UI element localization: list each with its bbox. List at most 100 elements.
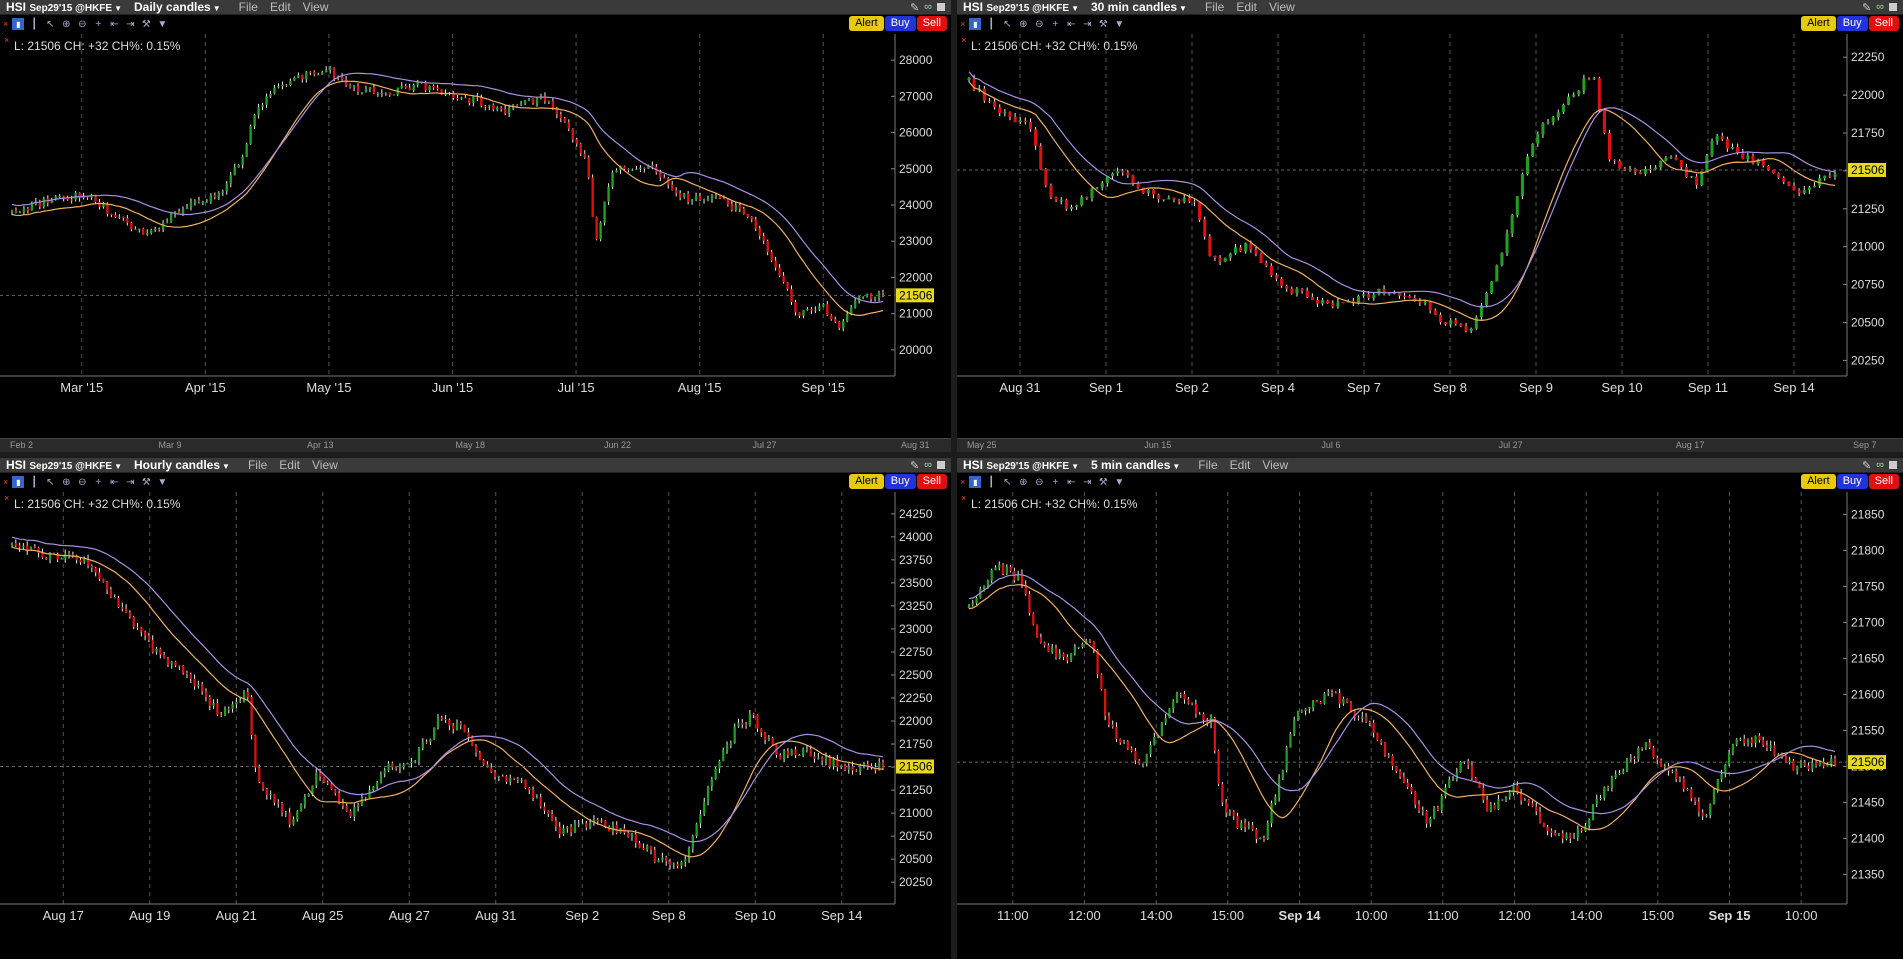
link-icon[interactable]: ∞ — [1876, 1, 1884, 13]
symbol-selector[interactable]: HSI Sep29'15 @HKFE ▼ — [963, 458, 1079, 472]
timeframe-selector[interactable]: 5 min candles ▼ — [1091, 458, 1180, 472]
close-icon[interactable]: × — [960, 477, 965, 487]
drawing-tools-icon[interactable]: ⚒ — [1097, 476, 1109, 488]
candlestick-chart[interactable]: 24250 24000 23750 23500 23250 23000 22750 22500… — [0, 492, 951, 944]
sell-button[interactable]: Sell — [916, 474, 947, 489]
drawing-tools-icon[interactable]: ⚒ — [140, 18, 152, 30]
link-icon[interactable]: ∞ — [924, 459, 932, 471]
scroll-left-icon[interactable]: ⇤ — [108, 18, 120, 30]
zoom-out-icon[interactable]: ⊖ — [76, 476, 88, 488]
close-icon[interactable]: × — [3, 19, 8, 29]
wrench-icon[interactable]: ✎ — [910, 1, 919, 14]
time-scrollbar[interactable]: May 25 Jun 15 Jul 6 Jul 27 Aug 17 Sep 7 — [957, 438, 1903, 452]
scroll-right-icon[interactable]: ⇥ — [1081, 476, 1093, 488]
wrench-icon[interactable]: ✎ — [1862, 459, 1871, 472]
buy-button[interactable]: Buy — [1836, 16, 1868, 31]
candlestick-chart[interactable]: 2225022000217502150021250210002075020500… — [957, 34, 1903, 424]
scroll-left-icon[interactable]: ⇤ — [1065, 18, 1077, 30]
timeframe-selector[interactable]: 30 min candles ▼ — [1091, 0, 1187, 14]
cursor-icon[interactable]: ↖ — [44, 18, 56, 30]
menu-view[interactable]: View — [312, 458, 338, 472]
sell-button[interactable]: Sell — [1868, 16, 1899, 31]
maximize-icon[interactable] — [1889, 3, 1897, 11]
symbol-selector[interactable]: HSI Sep29'15 @HKFE ▼ — [6, 0, 122, 14]
zoom-out-icon[interactable]: ⊖ — [1033, 18, 1045, 30]
zoom-in-icon[interactable]: ⊕ — [1017, 18, 1029, 30]
zoom-out-icon[interactable]: ⊖ — [1033, 476, 1045, 488]
scroll-left-icon[interactable]: ⇤ — [1065, 476, 1077, 488]
menu-edit[interactable]: Edit — [1236, 0, 1257, 14]
timeframe-selector[interactable]: Hourly candles ▼ — [134, 458, 230, 472]
symbol-selector[interactable]: HSI Sep29'15 @HKFE ▼ — [963, 0, 1079, 14]
buy-button[interactable]: Buy — [1836, 474, 1868, 489]
menu-view[interactable]: View — [303, 0, 329, 14]
more-dropdown-icon[interactable]: ▼ — [156, 476, 168, 488]
candlestick-chart[interactable]: 28000 27000 26000 25000 24000 23000 22000 21000… — [0, 34, 951, 424]
candle-type-icon[interactable]: ┃ — [985, 18, 997, 30]
candle-up — [209, 195, 213, 202]
drawing-tools-icon[interactable]: ⚒ — [140, 476, 152, 488]
time-scrollbar[interactable]: Feb 2 Mar 9 Apr 13 May 18 Jun 22 Jul 27 Aug 31 — [0, 438, 951, 452]
more-dropdown-icon[interactable]: ▼ — [1113, 476, 1125, 488]
candlestick-chart[interactable]: 2185021800217502170021650216002155021500… — [957, 492, 1903, 944]
candle-type-icon[interactable]: ┃ — [985, 476, 997, 488]
close-icon[interactable]: × — [4, 493, 9, 503]
bar-chart-icon[interactable]: ▮ — [12, 476, 25, 488]
crosshair-icon[interactable]: + — [1049, 18, 1061, 30]
menu-file[interactable]: File — [248, 458, 267, 472]
close-icon[interactable]: × — [961, 35, 966, 45]
zoom-in-icon[interactable]: ⊕ — [1017, 476, 1029, 488]
scroll-left-icon[interactable]: ⇤ — [108, 476, 120, 488]
menu-edit[interactable]: Edit — [279, 458, 300, 472]
close-icon[interactable]: × — [961, 493, 966, 503]
zoom-in-icon[interactable]: ⊕ — [60, 476, 72, 488]
zoom-in-icon[interactable]: ⊕ — [60, 18, 72, 30]
menu-edit[interactable]: Edit — [1230, 458, 1251, 472]
maximize-icon[interactable] — [937, 461, 945, 469]
cursor-icon[interactable]: ↖ — [44, 476, 56, 488]
wrench-icon[interactable]: ✎ — [1862, 1, 1871, 14]
close-icon[interactable]: × — [960, 19, 965, 29]
menu-file[interactable]: File — [1205, 0, 1224, 14]
cursor-icon[interactable]: ↖ — [1001, 18, 1013, 30]
maximize-icon[interactable] — [1889, 461, 1897, 469]
close-icon[interactable]: × — [3, 477, 8, 487]
sell-button[interactable]: Sell — [1868, 474, 1899, 489]
alert-button[interactable]: Alert — [849, 16, 884, 31]
crosshair-icon[interactable]: + — [92, 476, 104, 488]
menu-file[interactable]: File — [1198, 458, 1217, 472]
bar-chart-icon[interactable]: ▮ — [969, 18, 982, 30]
candle-type-icon[interactable]: ┃ — [28, 476, 40, 488]
alert-button[interactable]: Alert — [849, 474, 884, 489]
more-dropdown-icon[interactable]: ▼ — [156, 18, 168, 30]
drawing-tools-icon[interactable]: ⚒ — [1097, 18, 1109, 30]
candle-type-icon[interactable]: ┃ — [28, 18, 40, 30]
symbol-selector[interactable]: HSI Sep29'15 @HKFE ▼ — [6, 458, 122, 472]
wrench-icon[interactable]: ✎ — [910, 459, 919, 472]
candle-up — [722, 750, 725, 762]
scroll-right-icon[interactable]: ⇥ — [1081, 18, 1093, 30]
maximize-icon[interactable] — [937, 3, 945, 11]
scroll-right-icon[interactable]: ⇥ — [124, 476, 136, 488]
cursor-icon[interactable]: ↖ — [1001, 476, 1013, 488]
menu-edit[interactable]: Edit — [270, 0, 291, 14]
timeframe-selector[interactable]: Daily candles ▼ — [134, 0, 221, 14]
close-icon[interactable]: × — [4, 35, 9, 45]
link-icon[interactable]: ∞ — [924, 1, 932, 13]
bar-chart-icon[interactable]: ▮ — [12, 18, 25, 30]
scroll-right-icon[interactable]: ⇥ — [124, 18, 136, 30]
buy-button[interactable]: Buy — [884, 16, 916, 31]
zoom-out-icon[interactable]: ⊖ — [76, 18, 88, 30]
crosshair-icon[interactable]: + — [92, 18, 104, 30]
menu-file[interactable]: File — [239, 0, 258, 14]
menu-view[interactable]: View — [1262, 458, 1288, 472]
alert-button[interactable]: Alert — [1801, 474, 1836, 489]
menu-view[interactable]: View — [1269, 0, 1295, 14]
sell-button[interactable]: Sell — [916, 16, 947, 31]
bar-chart-icon[interactable]: ▮ — [969, 476, 982, 488]
link-icon[interactable]: ∞ — [1876, 459, 1884, 471]
more-dropdown-icon[interactable]: ▼ — [1113, 18, 1125, 30]
buy-button[interactable]: Buy — [884, 474, 916, 489]
alert-button[interactable]: Alert — [1801, 16, 1836, 31]
crosshair-icon[interactable]: + — [1049, 476, 1061, 488]
